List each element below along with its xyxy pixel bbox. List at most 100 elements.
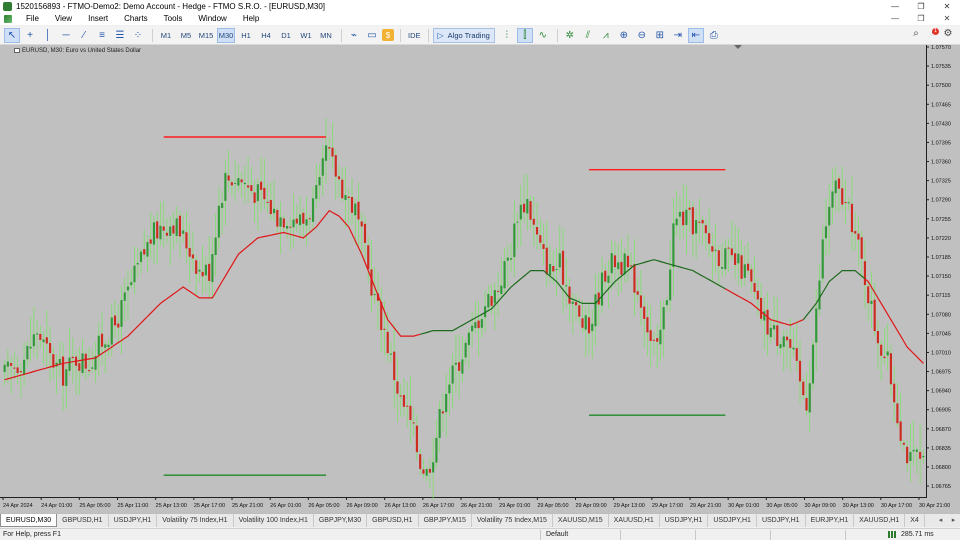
timeframe-m15[interactable]: M15 xyxy=(197,28,215,43)
time-tick-label: 29 Apr 09:00 xyxy=(576,503,607,509)
chart-tab[interactable]: USDJPY,H1 xyxy=(708,514,757,527)
time-tick-label: 25 Apr 11:00 xyxy=(118,503,149,509)
auto-scroll-icon[interactable]: ⇥ xyxy=(670,28,686,43)
timeframe-m30[interactable]: M30 xyxy=(217,27,235,43)
chart-shift-icon[interactable]: ⇤ xyxy=(687,27,704,43)
candlestick-icon[interactable]: ⫿ xyxy=(516,27,533,43)
chart-shift-marker-icon[interactable] xyxy=(734,45,742,49)
timeframe-w1[interactable]: W1 xyxy=(297,28,315,43)
bar-chart-icon[interactable]: ⫶ xyxy=(499,28,515,43)
chart-tab[interactable]: GBPJPY,M30 xyxy=(314,514,368,527)
tab-scroll-left-icon[interactable]: ◂ xyxy=(934,514,947,527)
connection-status[interactable]: 285.71 ms xyxy=(888,531,934,538)
timeframe-h1[interactable]: H1 xyxy=(237,28,255,43)
trade-dollar-icon[interactable]: $ xyxy=(382,29,394,41)
custom-indicator-icon[interactable]: ⩘ xyxy=(598,28,614,43)
tab-scroll-controls: ◂ ▸ xyxy=(934,514,960,527)
chart-window[interactable]: 1.07570 1.07535 1.07500 1.07465 1.07430 1.073… xyxy=(0,45,960,513)
ide-button[interactable]: IDE xyxy=(405,31,424,40)
chart-tab[interactable]: USDJPY,H1 xyxy=(757,514,806,527)
channel-icon[interactable]: ≡ xyxy=(94,28,110,43)
bull-candle xyxy=(480,319,483,328)
bear-candle xyxy=(240,179,243,183)
menu-tools[interactable]: Tools xyxy=(156,13,191,25)
grid-icon[interactable]: ⊞ xyxy=(652,28,668,43)
menu-file[interactable]: File xyxy=(18,13,47,25)
minimize-button[interactable]: — xyxy=(882,0,908,13)
timeframe-m1[interactable]: M1 xyxy=(157,28,175,43)
screenshot-icon[interactable]: ⎙ xyxy=(706,28,722,43)
child-close-button[interactable]: ✕ xyxy=(934,13,960,25)
menu-insert[interactable]: Insert xyxy=(80,13,116,25)
price-tick-label: 1.07325 xyxy=(931,179,951,185)
notifications-icon[interactable]: ◔1 xyxy=(924,28,940,39)
child-restore-button[interactable]: ❐ xyxy=(908,13,934,25)
shapes-icon[interactable]: ⁘ xyxy=(130,28,146,43)
menu-window[interactable]: Window xyxy=(190,13,234,25)
bear-candle xyxy=(889,353,892,385)
indicator-list-icon[interactable]: ⫽ xyxy=(580,28,596,43)
fibonacci-icon[interactable]: ☰ xyxy=(112,28,128,43)
trendline-icon[interactable]: ⁄ xyxy=(76,28,92,43)
chart-tab[interactable]: EURJPY,H1 xyxy=(806,514,855,527)
options-gear-icon[interactable]: ⚙ xyxy=(940,28,956,39)
zoom-out-icon[interactable]: ⊖ xyxy=(634,28,650,43)
close-button[interactable]: ✕ xyxy=(934,0,960,13)
cursor-arrow-icon[interactable]: ↖ xyxy=(4,27,20,43)
vertical-line-icon[interactable]: │ xyxy=(40,28,56,43)
properties-gear-icon[interactable]: ✲ xyxy=(562,28,578,43)
time-tick-label: 30 Apr 21:00 xyxy=(919,503,950,509)
timeframe-h4[interactable]: H4 xyxy=(257,28,275,43)
bear-candle xyxy=(711,246,714,252)
horizontal-line-icon[interactable]: ─ xyxy=(58,28,74,43)
time-tick-label: 24 Apr 01:00 xyxy=(41,503,72,509)
crosshair-icon[interactable]: + xyxy=(22,28,38,43)
indicators-icon[interactable]: ⌁ xyxy=(346,28,362,43)
chart-tab[interactable]: XAUUSD,M15 xyxy=(553,514,609,527)
chart-tab[interactable]: USDJPY,H1 xyxy=(109,514,158,527)
timeframe-d1[interactable]: D1 xyxy=(277,28,295,43)
chart-tab[interactable]: USDJPY,H1 xyxy=(660,514,709,527)
bear-candle xyxy=(412,422,415,424)
chart-tab[interactable]: GBPJPY,M15 xyxy=(419,514,472,527)
bear-candle xyxy=(643,306,646,319)
chart-tab[interactable]: XAUUSD,H1 xyxy=(609,514,660,527)
chart-tab[interactable]: Volatility 100 Index,H1 xyxy=(234,514,314,527)
chart-tab[interactable]: XAUUSD,H1 xyxy=(854,514,906,527)
profile-name[interactable]: Default xyxy=(546,531,568,538)
chart-tab[interactable]: GBPUSD,H1 xyxy=(367,514,419,527)
chart-tab[interactable]: X4 xyxy=(905,514,925,527)
timeframe-mn[interactable]: MN xyxy=(317,28,335,43)
chart-tab[interactable]: Volatility 75 Index,M15 xyxy=(472,514,553,527)
price-chart[interactable]: 1.07570 1.07535 1.07500 1.07465 1.07430 1.073… xyxy=(0,45,960,513)
bear-candle xyxy=(230,182,233,186)
menu-charts[interactable]: Charts xyxy=(116,13,156,25)
chart-tab[interactable]: Volatility 75 Index,H1 xyxy=(157,514,234,527)
bull-candle xyxy=(344,195,347,200)
bear-candle xyxy=(367,245,370,270)
search-icon[interactable]: ⌕ xyxy=(908,28,924,39)
menu-help[interactable]: Help xyxy=(235,13,267,25)
tab-scroll-right-icon[interactable]: ▸ xyxy=(947,514,960,527)
zoom-in-icon[interactable]: ⊕ xyxy=(616,28,632,43)
bear-candle xyxy=(363,223,367,243)
time-tick-label: 26 Apr 01:00 xyxy=(270,503,301,509)
timeframe-m5[interactable]: M5 xyxy=(177,28,195,43)
chart-tab[interactable]: EURUSD,M30 xyxy=(0,514,58,527)
bull-candle xyxy=(467,332,470,346)
algo-trading-button[interactable]: ▷ Algo Trading xyxy=(432,27,495,43)
bear-candle xyxy=(805,397,808,411)
line-chart-icon[interactable]: ∿ xyxy=(535,28,551,43)
templates-icon[interactable]: ▭ xyxy=(364,28,380,43)
child-minimize-button[interactable]: — xyxy=(882,13,908,25)
bull-candle xyxy=(594,294,597,327)
time-tick-label: 26 Apr 21:00 xyxy=(461,503,492,509)
chart-tab[interactable]: GBPUSD,H1 xyxy=(57,514,109,527)
bear-candle xyxy=(341,179,344,199)
algo-trading-label: Algo Trading xyxy=(447,30,490,40)
menu-view[interactable]: View xyxy=(47,13,80,25)
bear-candle xyxy=(337,176,341,180)
maximize-button[interactable]: ❐ xyxy=(908,0,934,13)
status-divider xyxy=(845,530,846,540)
bull-candle xyxy=(133,265,136,283)
